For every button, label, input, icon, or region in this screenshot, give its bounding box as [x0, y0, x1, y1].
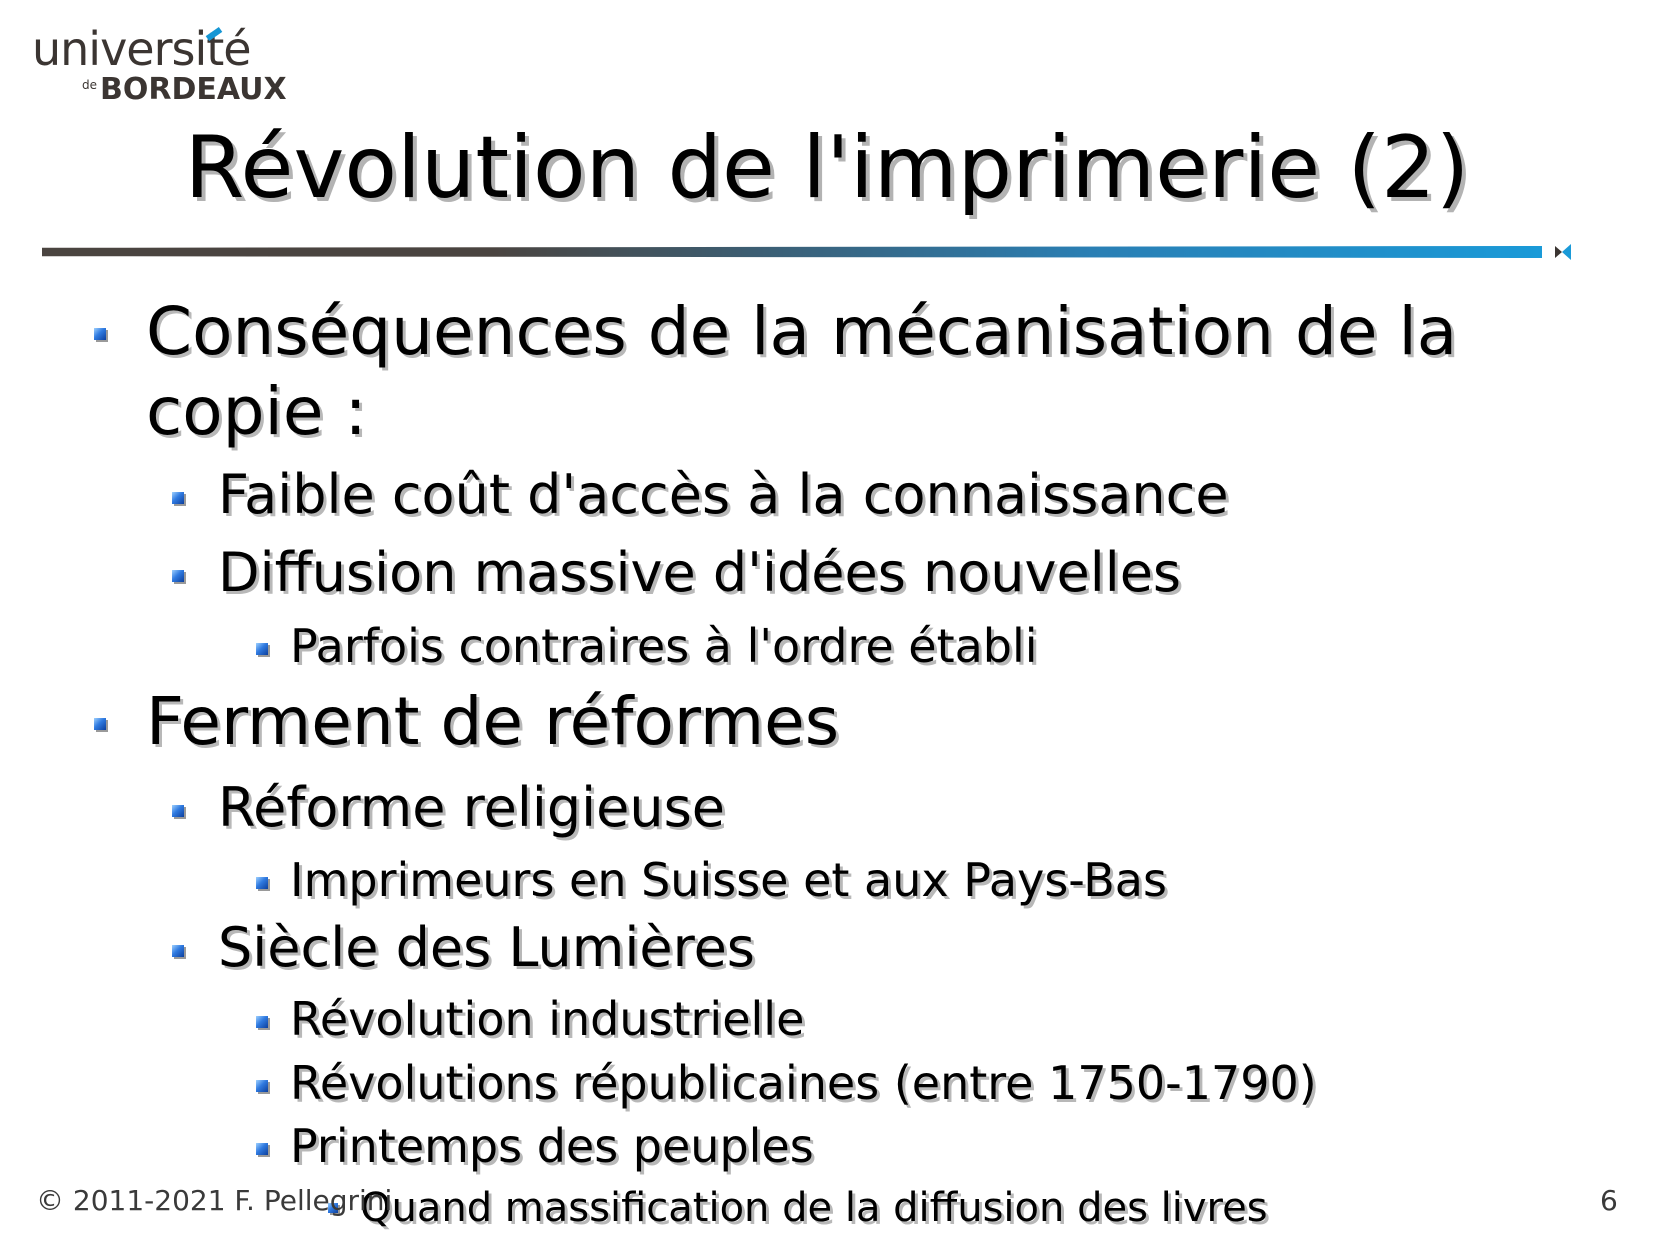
list-item: Printemps des peuples	[290, 1119, 814, 1173]
list-item: copie :	[146, 373, 367, 450]
title-divider	[42, 246, 1542, 258]
list-item: Révolutions républicaines (entre 1750-17…	[290, 1056, 1317, 1110]
slide-title: Révolution de l'imprimerie (2)	[184, 118, 1470, 218]
list-item: Ferment de réformes	[146, 683, 840, 760]
bullet-icon	[256, 1143, 268, 1155]
page-number: 6	[1600, 1184, 1618, 1217]
list-item: Conséquences de la mécanisation de la	[146, 293, 1458, 370]
bullet-icon	[256, 1080, 268, 1092]
logo-text-bottom: BORDEAUX	[100, 72, 287, 107]
corner-logo-icon	[1555, 244, 1571, 260]
bullet-icon	[256, 1016, 268, 1028]
list-item: Réforme religieuse	[218, 776, 725, 839]
logo-text-de: de	[82, 78, 97, 92]
list-item: Parfois contraires à l'ordre établi	[290, 619, 1038, 673]
list-item: Siècle des Lumières	[218, 916, 755, 979]
bullet-icon	[172, 570, 184, 582]
list-item: Révolution industrielle	[290, 992, 805, 1046]
bullet-icon	[172, 805, 184, 817]
bullet-icon	[172, 945, 184, 957]
bullet-icon	[94, 718, 106, 730]
bullet-icon	[256, 643, 268, 655]
list-item: Imprimeurs en Suisse et aux Pays-Bas	[290, 853, 1167, 907]
bullet-icon	[94, 328, 106, 340]
list-item: Quand massification de la diffusion des …	[360, 1185, 1268, 1231]
list-item: Faible coût d'accès à la connaissance	[218, 463, 1229, 526]
bullet-icon	[172, 492, 184, 504]
university-logo: université de BORDEAUX	[30, 22, 287, 107]
list-item: Diffusion massive d'idées nouvelles	[218, 541, 1182, 604]
bullet-icon	[256, 877, 268, 889]
footer-copyright: © 2011-2021 F. Pellegrini	[36, 1184, 393, 1217]
